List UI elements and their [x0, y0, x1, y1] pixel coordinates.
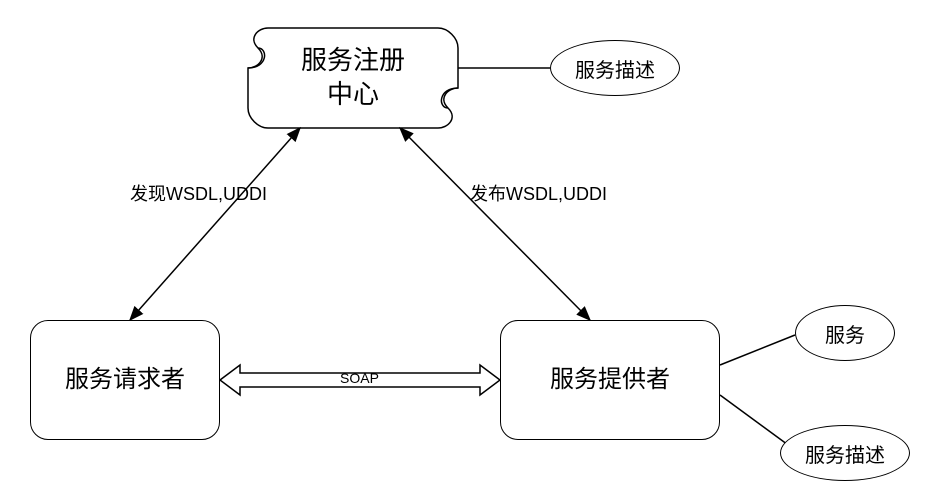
node-service-label: 服务	[825, 319, 865, 348]
edge-provider-service	[720, 335, 795, 365]
node-registry: 服务注册中心	[248, 28, 458, 128]
node-requester-label: 服务请求者	[65, 364, 185, 395]
node-desc-bottom-label: 服务描述	[805, 439, 885, 468]
node-provider: 服务提供者	[500, 320, 720, 440]
node-requester: 服务请求者	[30, 320, 220, 440]
node-service: 服务	[795, 305, 895, 361]
node-registry-label: 服务注册中心	[301, 44, 405, 112]
node-desc-top-label: 服务描述	[575, 54, 655, 83]
label-soap: SOAP	[340, 370, 379, 386]
diagram-container: 服务注册中心 服务描述 服务请求者 服务提供者 服务 服务描述 发现WSDL,U…	[0, 0, 928, 502]
node-provider-label: 服务提供者	[550, 364, 670, 395]
label-discover: 发现WSDL,UDDI	[130, 180, 267, 206]
edge-discover	[130, 128, 300, 320]
node-desc-bottom: 服务描述	[780, 425, 910, 481]
edge-publish	[400, 128, 590, 320]
node-desc-top: 服务描述	[550, 40, 680, 96]
label-publish: 发布WSDL,UDDI	[470, 180, 607, 206]
